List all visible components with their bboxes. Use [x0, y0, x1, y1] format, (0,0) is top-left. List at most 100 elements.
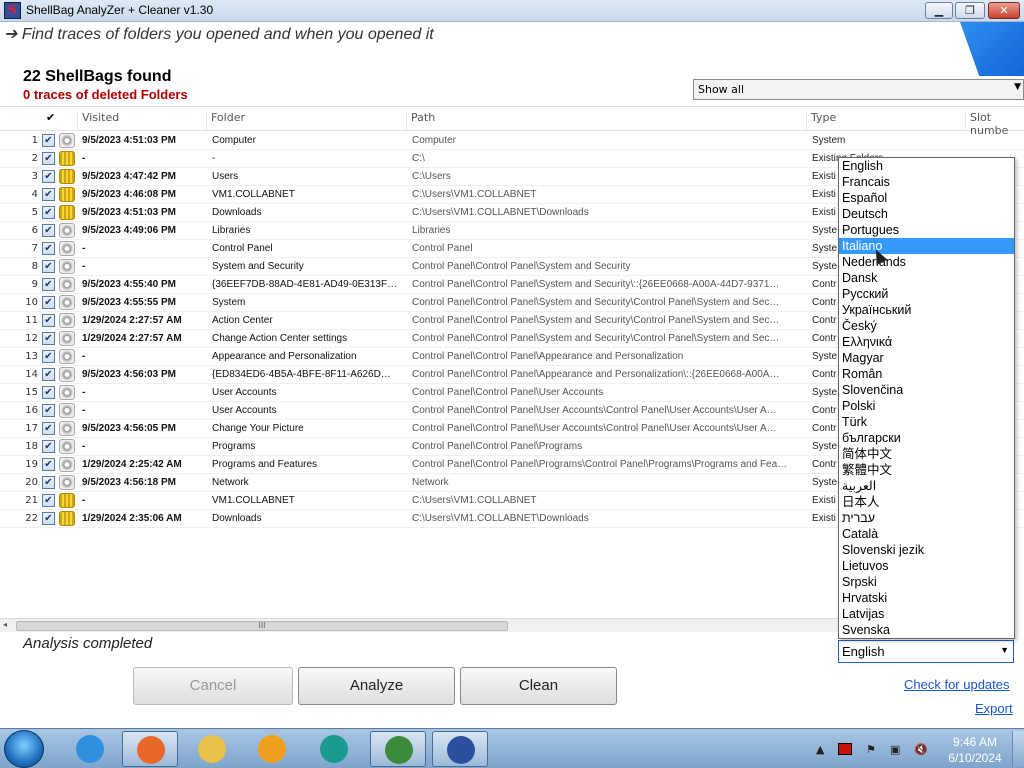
analyze-button[interactable]: Analyze	[298, 667, 455, 705]
language-option[interactable]: Español	[839, 190, 1014, 206]
language-option[interactable]: Polski	[839, 398, 1014, 414]
row-checkbox[interactable]: ✔	[42, 296, 55, 309]
language-option[interactable]: Türk	[839, 414, 1014, 430]
app-icon: S	[4, 2, 21, 19]
language-option[interactable]: English	[839, 158, 1014, 174]
language-option[interactable]: Nederlands	[839, 254, 1014, 270]
cancel-button[interactable]: Cancel	[133, 667, 293, 705]
language-option[interactable]: Slovenčina	[839, 382, 1014, 398]
row-checkbox[interactable]: ✔	[42, 386, 55, 399]
language-option[interactable]: Latvijas	[839, 606, 1014, 622]
row-checkbox[interactable]: ✔	[42, 476, 55, 489]
row-checkbox[interactable]: ✔	[42, 206, 55, 219]
volume-muted-icon[interactable]: 🔇	[914, 743, 928, 756]
taskbar-media-player[interactable]	[244, 731, 300, 767]
row-number: 22	[25, 513, 38, 524]
visited-cell: 9/5/2023 4:55:55 PM	[82, 297, 176, 308]
row-checkbox[interactable]: ✔	[42, 134, 55, 147]
close-button[interactable]: ✕	[988, 2, 1020, 19]
taskbar-firefox[interactable]	[122, 731, 178, 767]
row-checkbox[interactable]: ✔	[42, 440, 55, 453]
system-gear-icon	[59, 385, 75, 400]
shellbag-analyzer-icon	[447, 736, 475, 764]
language-option[interactable]: Svenska	[839, 622, 1014, 638]
show-desktop-button[interactable]	[1012, 731, 1024, 767]
folder-cell: Control Panel	[212, 243, 273, 254]
language-option[interactable]: 简体中文	[839, 446, 1014, 462]
clean-button[interactable]: Clean	[460, 667, 617, 705]
maximize-button[interactable]: ❐	[955, 2, 985, 19]
header-path[interactable]: Path	[406, 111, 435, 131]
row-checkbox[interactable]: ✔	[42, 188, 55, 201]
taskbar-app-green[interactable]	[370, 731, 426, 767]
scrollbar-thumb[interactable]: III	[16, 621, 508, 631]
row-checkbox[interactable]: ✔	[42, 152, 55, 165]
row-checkbox[interactable]: ✔	[42, 458, 55, 471]
language-option[interactable]: Srpski	[839, 574, 1014, 590]
row-checkbox[interactable]: ✔	[42, 314, 55, 327]
language-option[interactable]: Русский	[839, 286, 1014, 302]
row-checkbox[interactable]: ✔	[42, 242, 55, 255]
keyboard-layout-icon[interactable]	[838, 743, 852, 755]
row-checkbox[interactable]: ✔	[42, 260, 55, 273]
language-option[interactable]: Український	[839, 302, 1014, 318]
explorer-icon	[198, 735, 226, 763]
language-option[interactable]: Slovenski jezik	[839, 542, 1014, 558]
language-option[interactable]: Ελληνικά	[839, 334, 1014, 350]
language-option[interactable]: Lietuvos	[839, 558, 1014, 574]
show-hidden-icons-icon[interactable]: ▲	[816, 743, 824, 756]
export-link[interactable]: Export	[975, 701, 1013, 716]
scroll-left-icon[interactable]: ◂	[3, 620, 7, 629]
language-select[interactable]: English ▼	[838, 640, 1014, 663]
action-center-flag-icon[interactable]: ⚑	[866, 743, 876, 756]
system-gear-icon	[59, 367, 75, 382]
row-checkbox[interactable]: ✔	[42, 512, 55, 525]
row-checkbox[interactable]: ✔	[42, 224, 55, 237]
language-option[interactable]: Magyar	[839, 350, 1014, 366]
row-checkbox[interactable]: ✔	[42, 278, 55, 291]
table-row[interactable]: 1 ✔ 9/5/2023 4:51:03 PM Computer Computer Sys…	[0, 132, 1024, 150]
taskbar-app-teal[interactable]	[306, 731, 362, 767]
language-option[interactable]: Dansk	[839, 270, 1014, 286]
header-check[interactable]: ✔	[42, 111, 55, 131]
row-checkbox[interactable]: ✔	[42, 350, 55, 363]
taskbar-explorer[interactable]	[184, 731, 240, 767]
taskbar-shellbag-analyzer[interactable]	[432, 731, 488, 767]
horizontal-scrollbar[interactable]: ◂ III	[0, 618, 838, 632]
language-option[interactable]: Portugues	[839, 222, 1014, 238]
row-checkbox[interactable]: ✔	[42, 494, 55, 507]
clock-date[interactable]: 6/10/2024	[940, 751, 1010, 765]
start-button[interactable]	[4, 730, 44, 768]
taskbar-internet-explorer[interactable]	[62, 731, 118, 767]
network-icon[interactable]: ▣	[890, 743, 900, 756]
header-type[interactable]: Type	[806, 111, 836, 131]
row-checkbox[interactable]: ✔	[42, 170, 55, 183]
language-option[interactable]: Català	[839, 526, 1014, 542]
language-option[interactable]: Italiano	[839, 238, 1014, 254]
language-option[interactable]: 日本人	[839, 494, 1014, 510]
row-checkbox[interactable]: ✔	[42, 332, 55, 345]
row-number: 7	[31, 243, 38, 254]
language-option[interactable]: български	[839, 430, 1014, 446]
header-slot[interactable]: Slot numbe	[965, 111, 1024, 137]
header-visited[interactable]: Visited	[77, 111, 119, 131]
check-updates-link[interactable]: Check for updates	[904, 677, 1010, 692]
language-option[interactable]: 繁體中文	[839, 462, 1014, 478]
language-option[interactable]: Český	[839, 318, 1014, 334]
folder-icon	[59, 511, 75, 526]
language-option[interactable]: עברית	[839, 510, 1014, 526]
row-checkbox[interactable]: ✔	[42, 422, 55, 435]
folder-cell: Downloads	[212, 513, 262, 524]
minimize-button[interactable]: ▁	[925, 2, 953, 19]
row-checkbox[interactable]: ✔	[42, 404, 55, 417]
filter-dropdown[interactable]: Show all ▼	[693, 79, 1024, 100]
clock-time[interactable]: 9:46 AM	[940, 735, 1010, 749]
row-checkbox[interactable]: ✔	[42, 368, 55, 381]
language-option[interactable]: Român	[839, 366, 1014, 382]
language-option[interactable]: Hrvatski	[839, 590, 1014, 606]
language-option[interactable]: العربية	[839, 478, 1014, 494]
language-option[interactable]: Deutsch	[839, 206, 1014, 222]
folder-cell: Libraries	[212, 225, 251, 236]
header-folder[interactable]: Folder	[206, 111, 245, 131]
language-option[interactable]: Francais	[839, 174, 1014, 190]
